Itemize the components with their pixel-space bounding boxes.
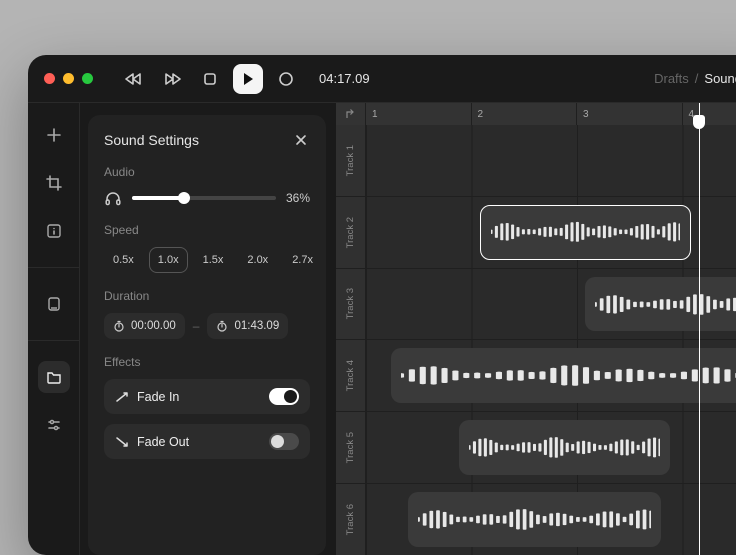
stopwatch-icon: [113, 320, 125, 332]
close-panel-button[interactable]: [292, 131, 310, 149]
ruler-mark[interactable]: 3: [577, 103, 683, 125]
timeline: 1234 Track 1Track 2Track 3Track 4Track 5…: [336, 103, 736, 555]
ruler-mark[interactable]: 2: [472, 103, 578, 125]
effects-section: Effects Fade In Fade Out: [104, 355, 310, 459]
duration-label: Duration: [104, 289, 310, 303]
track-lane[interactable]: [366, 484, 736, 555]
rail-divider-2: [28, 340, 79, 341]
speed-chip-2.0x[interactable]: 2.0x: [238, 247, 277, 273]
duration-start-value: 00:00.00: [131, 320, 176, 332]
volume-percent: 36%: [286, 191, 310, 205]
track-label[interactable]: Track 5: [336, 412, 366, 483]
sound-settings-panel: Sound Settings Audio 36%: [88, 115, 326, 555]
track-label[interactable]: Track 2: [336, 197, 366, 268]
volume-slider-fill: [132, 196, 184, 200]
app-window: 04:17.09 Drafts / Sound: [28, 55, 736, 555]
duration-section: Duration 00:00.00 – 01:43.09: [104, 289, 310, 339]
fast-forward-button[interactable]: [157, 64, 187, 94]
ruler-mark[interactable]: 4: [683, 103, 736, 125]
fade-out-icon: [115, 435, 129, 449]
track-row: Track 6: [336, 483, 736, 555]
breadcrumb[interactable]: Drafts / Sound: [654, 71, 736, 86]
fade-in-icon: [115, 390, 129, 404]
breadcrumb-sep: /: [695, 71, 699, 86]
tracks-area[interactable]: Track 1Track 2Track 3Track 4Track 5Track…: [336, 125, 736, 555]
titlebar: 04:17.09 Drafts / Sound: [28, 55, 736, 103]
stop-button[interactable]: [195, 64, 225, 94]
device-button[interactable]: [38, 288, 70, 320]
speed-section: Speed 0.5x1.0x1.5x2.0x2.7x: [104, 223, 310, 273]
rewind-button[interactable]: [119, 64, 149, 94]
volume-slider-thumb[interactable]: [178, 192, 190, 204]
track-row: Track 5: [336, 411, 736, 483]
audio-clip[interactable]: [391, 348, 736, 403]
speed-chip-1.0x[interactable]: 1.0x: [149, 247, 188, 273]
headphones-icon: [104, 189, 122, 207]
effects-label: Effects: [104, 355, 310, 369]
ruler-corner: [336, 103, 366, 125]
breadcrumb-current[interactable]: Sound: [704, 71, 736, 86]
folder-button[interactable]: [38, 361, 70, 393]
track-row: Track 4: [336, 339, 736, 411]
track-row: Track 2: [336, 196, 736, 268]
speed-label: Speed: [104, 223, 310, 237]
rail-divider-1: [28, 267, 79, 268]
track-label[interactable]: Track 4: [336, 340, 366, 411]
window-close-dot[interactable]: [44, 73, 55, 84]
speed-chip-0.5x[interactable]: 0.5x: [104, 247, 143, 273]
app-body: Sound Settings Audio 36%: [28, 103, 736, 555]
fade-out-label: Fade Out: [137, 435, 189, 449]
speed-options: 0.5x1.0x1.5x2.0x2.7x: [104, 247, 310, 273]
track-lane[interactable]: [366, 197, 736, 268]
audio-clip[interactable]: [480, 205, 691, 260]
audio-clip[interactable]: [585, 277, 736, 332]
track-row: Track 3: [336, 268, 736, 340]
play-button[interactable]: [233, 64, 263, 94]
fade-out-row: Fade Out: [104, 424, 310, 459]
track-lane[interactable]: [366, 125, 736, 196]
crop-button[interactable]: [38, 167, 70, 199]
panel-title: Sound Settings: [104, 132, 199, 148]
timeline-ruler[interactable]: 1234: [336, 103, 736, 125]
track-label[interactable]: Track 6: [336, 484, 366, 555]
timecode: 04:17.09: [319, 71, 370, 86]
record-button[interactable]: [271, 64, 301, 94]
duration-start[interactable]: 00:00.00: [104, 313, 185, 339]
panel-header: Sound Settings: [104, 131, 310, 149]
track-lane[interactable]: [366, 412, 736, 483]
settings-sliders-button[interactable]: [38, 409, 70, 441]
speed-chip-2.7x[interactable]: 2.7x: [283, 247, 322, 273]
tool-rail: [28, 103, 80, 555]
fade-in-toggle[interactable]: [269, 388, 299, 405]
duration-end-value: 01:43.09: [234, 320, 279, 332]
track-label[interactable]: Track 1: [336, 125, 366, 196]
volume-slider[interactable]: [132, 196, 276, 200]
window-zoom-dot[interactable]: [82, 73, 93, 84]
duration-end[interactable]: 01:43.09: [207, 313, 288, 339]
audio-clip[interactable]: [408, 492, 661, 547]
window-minimize-dot[interactable]: [63, 73, 74, 84]
track-lane[interactable]: [366, 340, 736, 411]
fade-in-row: Fade In: [104, 379, 310, 414]
track-row: Track 1: [336, 125, 736, 196]
fade-in-label: Fade In: [137, 390, 179, 404]
audio-label: Audio: [104, 165, 310, 179]
track-lane[interactable]: [366, 269, 736, 340]
duration-dash: –: [193, 319, 200, 333]
ruler-mark[interactable]: 1: [366, 103, 472, 125]
stopwatch-icon: [216, 320, 228, 332]
audio-section: Audio 36%: [104, 165, 310, 207]
track-label[interactable]: Track 3: [336, 269, 366, 340]
traffic-lights: [44, 73, 93, 84]
info-button[interactable]: [38, 215, 70, 247]
audio-clip[interactable]: [459, 420, 670, 475]
speed-chip-1.5x[interactable]: 1.5x: [194, 247, 233, 273]
add-button[interactable]: [38, 119, 70, 151]
breadcrumb-parent[interactable]: Drafts: [654, 71, 689, 86]
fade-out-toggle[interactable]: [269, 433, 299, 450]
